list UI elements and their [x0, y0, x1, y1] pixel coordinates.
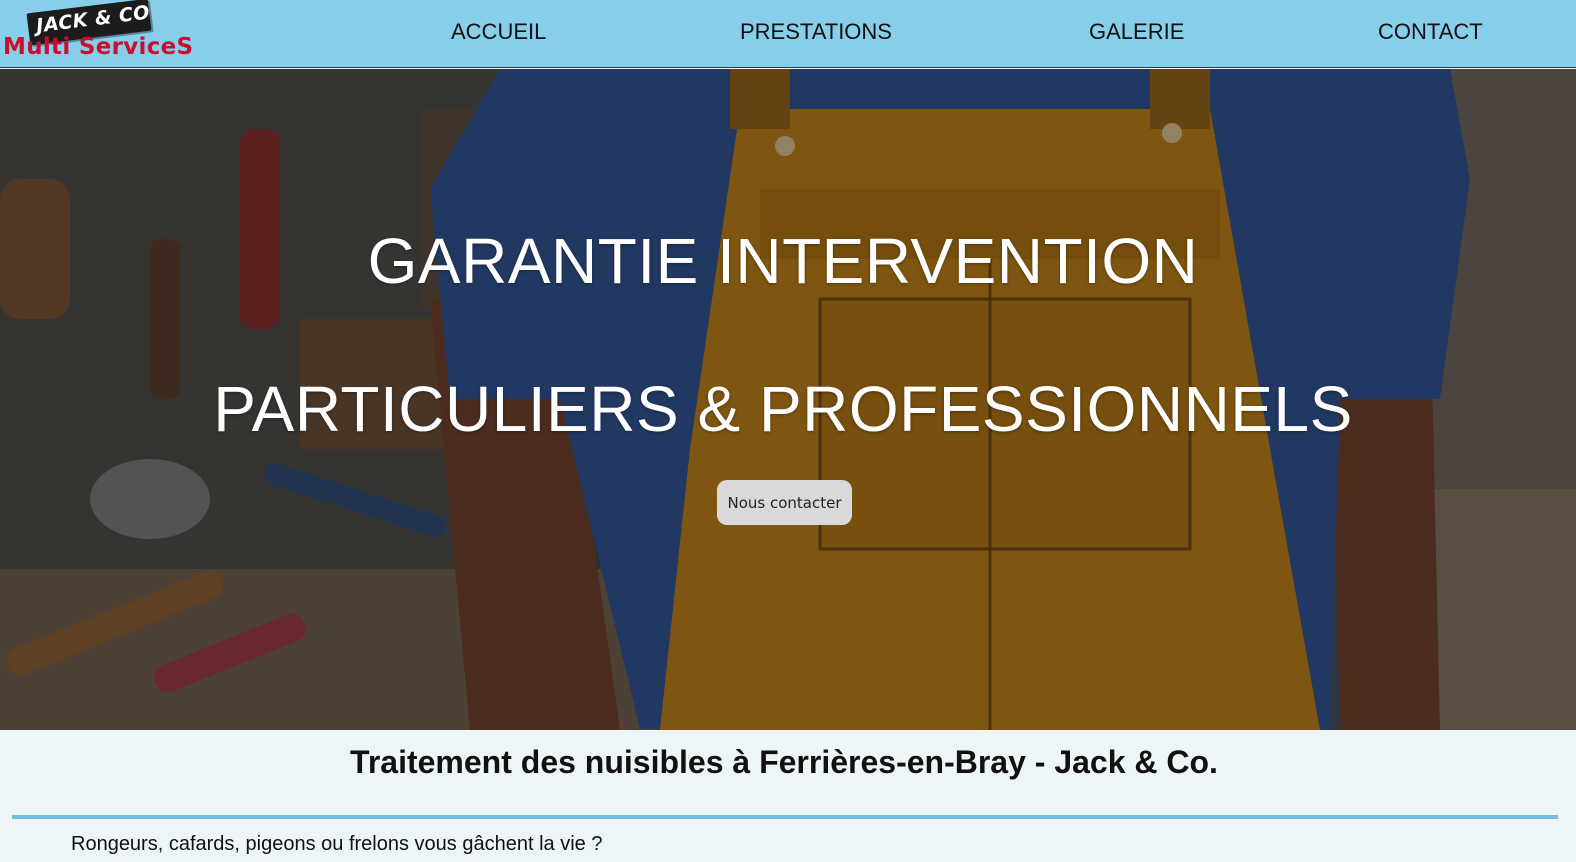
hero-banner: GARANTIE INTERVENTION PARTICULIERS & PRO… [0, 69, 1576, 730]
contact-button[interactable]: Nous contacter [717, 480, 852, 525]
nav-item-prestations[interactable]: PRESTATIONS [740, 19, 892, 45]
hero-headline-line1: GARANTIE INTERVENTION [367, 225, 1199, 297]
logo-bottom-text: Multi ServiceS [3, 34, 194, 60]
site-logo[interactable]: JACK & CO Multi ServiceS [0, 0, 194, 66]
section-divider [12, 815, 1558, 819]
nav-item-contact[interactable]: CONTACT [1378, 19, 1483, 45]
intro-paragraph: Rongeurs, cafards, pigeons ou frelons vo… [71, 833, 603, 855]
site-header: JACK & CO Multi ServiceS ACCUEIL PRESTAT… [0, 0, 1576, 68]
nav-item-accueil[interactable]: ACCUEIL [451, 19, 546, 45]
page-title: Traitement des nuisibles à Ferrières-en-… [350, 744, 1218, 780]
nav-item-galerie[interactable]: GALERIE [1089, 19, 1184, 45]
hero-headline-line2: PARTICULIERS & PROFESSIONNELS [213, 373, 1353, 445]
